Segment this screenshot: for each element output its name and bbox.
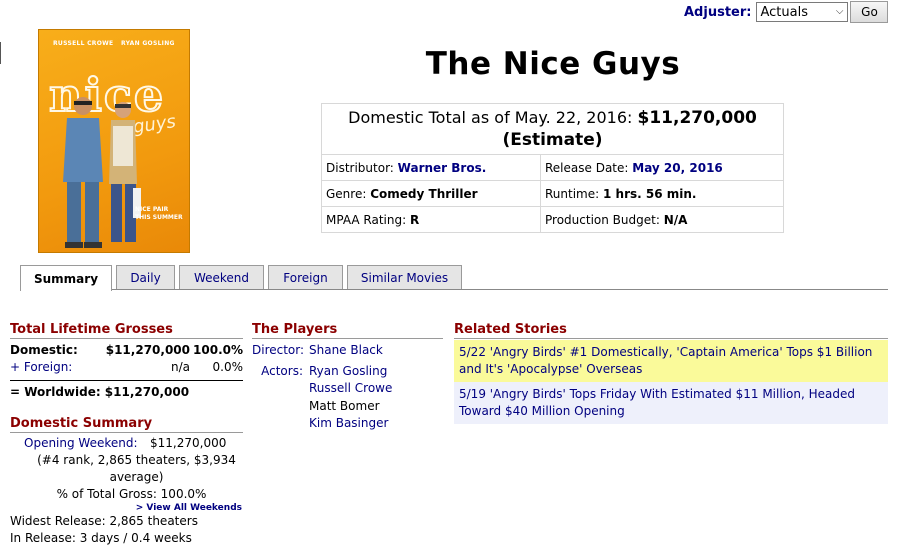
tab-similar-movies[interactable]: Similar Movies xyxy=(347,265,462,289)
lifetime-grosses-section: Total Lifetime Grosses Domestic: $11,270… xyxy=(10,322,243,399)
domestic-total-cell: Domestic Total as of May. 22, 2016: $11,… xyxy=(321,103,784,155)
domestic-row: Domestic: $11,270,000 100.0% xyxy=(10,342,243,357)
related-stories-section: Related Stories 5/22 'Angry Birds' #1 Do… xyxy=(454,322,888,424)
poster-actor-2: RYAN GOSLING xyxy=(121,40,175,47)
go-button[interactable]: Go xyxy=(850,1,889,23)
worldwide-row: = Worldwide: $11,270,000 xyxy=(10,380,243,399)
adjuster-bar: Adjuster: Actuals ⌵ Go xyxy=(684,0,889,24)
release-date-link[interactable]: May 20, 2016 xyxy=(632,161,723,175)
story-link[interactable]: 5/19 'Angry Birds' Tops Friday With Esti… xyxy=(454,382,888,424)
actor-name: Matt Bomer xyxy=(309,398,380,413)
budget-value: N/A xyxy=(663,212,688,227)
opening-weekend-link[interactable]: Opening Weekend: xyxy=(24,435,150,452)
mpaa-cell: MPAA Rating: R xyxy=(321,206,541,233)
distributor-cell: Distributor: Warner Bros. xyxy=(321,154,541,181)
left-edge-divider xyxy=(0,42,1,64)
in-release: In Release: 3 days / 0.4 weeks xyxy=(10,531,192,545)
genre-cell: Genre: Comedy Thriller xyxy=(321,180,541,207)
budget-cell: Production Budget: N/A xyxy=(540,206,784,233)
chevron-down-icon: ⌵ xyxy=(835,6,844,17)
runtime-value: 1 hrs. 56 min. xyxy=(603,186,697,201)
page-title: The Nice Guys xyxy=(425,46,681,82)
runtime-cell: Runtime: 1 hrs. 56 min. xyxy=(540,180,784,207)
section-heading: Domestic Summary xyxy=(10,416,243,433)
estimate-note: (Estimate) xyxy=(502,130,603,150)
view-all-weekends-link[interactable]: > View All Weekends xyxy=(10,503,242,513)
mpaa-value: R xyxy=(409,212,420,227)
section-heading: The Players xyxy=(252,322,443,339)
tab-daily[interactable]: Daily xyxy=(116,265,175,289)
actor-link[interactable]: Kim Basinger xyxy=(309,415,392,433)
actor-link[interactable]: Ryan Gosling xyxy=(309,363,392,381)
pct-total-gross: % of Total Gross: 100.0% xyxy=(56,487,207,501)
actors-row: Actors: Ryan Gosling Russell Crowe Matt … xyxy=(252,363,443,433)
release-date-cell: Release Date: May 20, 2016 xyxy=(540,154,784,181)
domestic-summary-section: Domestic Summary Opening Weekend: $11,27… xyxy=(10,416,243,547)
tab-baseline xyxy=(20,289,888,290)
foreign-row: + Foreign: n/a 0.0% xyxy=(10,359,243,374)
movie-poster[interactable]: RUSSELL CROWE RYAN GOSLING nice guys NIC… xyxy=(38,29,190,253)
tab-weekend[interactable]: Weekend xyxy=(179,265,264,289)
director-row: Director: Shane Black xyxy=(252,342,443,360)
genre-value: Comedy Thriller xyxy=(370,186,478,201)
director-link[interactable]: Shane Black xyxy=(309,342,383,360)
movie-info-table: Domestic Total as of May. 22, 2016: $11,… xyxy=(321,103,784,233)
tab-summary[interactable]: Summary xyxy=(20,265,112,291)
poster-actor-1: RUSSELL CROWE xyxy=(53,40,114,47)
domestic-total-value: $11,270,000 xyxy=(637,108,757,128)
tab-foreign[interactable]: Foreign xyxy=(268,265,343,289)
poster-figures-illustration xyxy=(63,97,141,248)
foreign-link[interactable]: + Foreign: xyxy=(10,360,100,374)
widest-release: Widest Release: 2,865 theaters xyxy=(10,514,198,528)
distributor-link[interactable]: Warner Bros. xyxy=(398,161,487,175)
story-link[interactable]: 5/22 'Angry Birds' #1 Domestically, 'Cap… xyxy=(454,340,888,382)
adjuster-selected-value: Actuals xyxy=(760,4,808,20)
section-heading: Total Lifetime Grosses xyxy=(10,322,243,339)
opening-detail: (#4 rank, 2,865 theaters, $3,934 average… xyxy=(37,453,236,484)
opening-weekend-row: Opening Weekend: $11,270,000 xyxy=(24,435,227,452)
players-section: The Players Director: Shane Black Actors… xyxy=(252,322,443,433)
adjuster-select[interactable]: Actuals ⌵ xyxy=(756,2,849,22)
adjuster-label: Adjuster: xyxy=(684,4,752,20)
section-heading: Related Stories xyxy=(454,322,888,339)
actor-link[interactable]: Russell Crowe xyxy=(309,380,392,398)
poster-tagline: NICE PAIR THIS SUMMER xyxy=(135,206,183,221)
